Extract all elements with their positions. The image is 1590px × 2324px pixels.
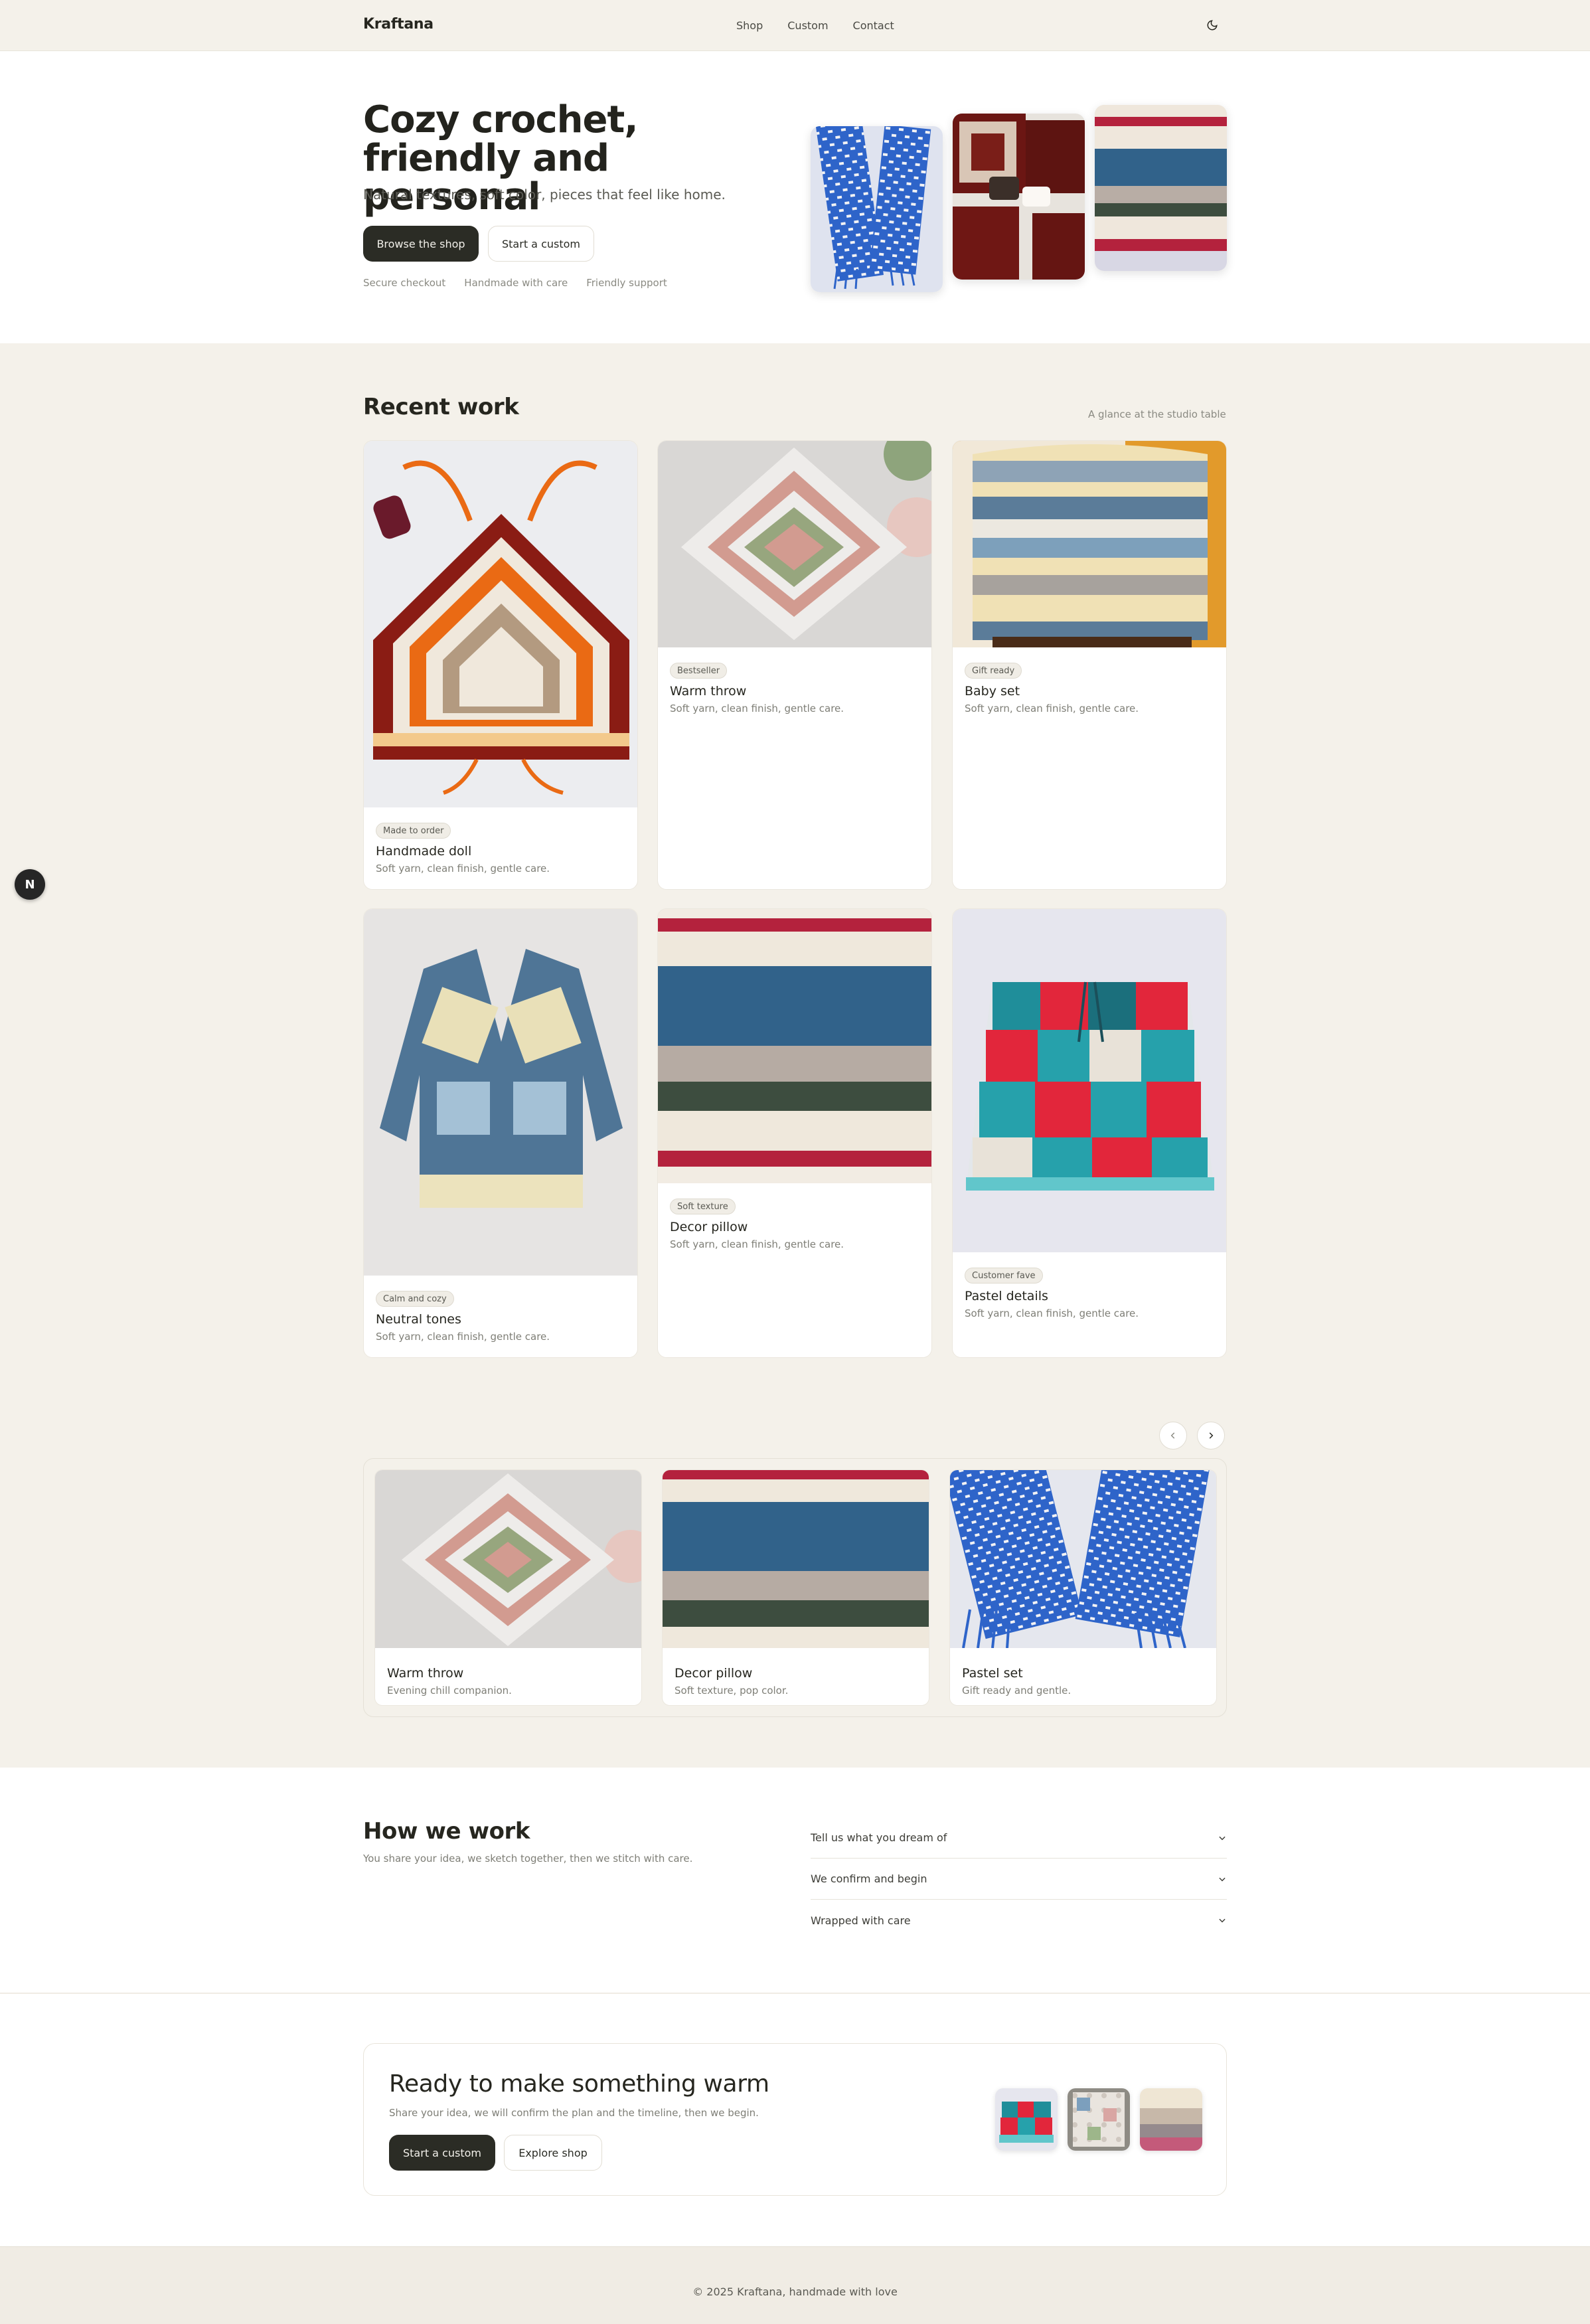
nav-custom[interactable]: Custom: [787, 19, 828, 32]
product-card[interactable]: Bestseller Warm throw Soft yarn, clean f…: [657, 440, 932, 890]
footer-copyright: © 2025 Kraftana, handmade with love: [692, 2285, 898, 2298]
trust-item: Friendly support: [586, 277, 667, 289]
how-we-work-subtitle: You share your idea, we sketch together,…: [363, 1853, 693, 1865]
accordion-item[interactable]: Tell us what you dream of: [811, 1817, 1227, 1859]
site-header: Kraftana Shop Custom Contact: [0, 0, 1590, 51]
featured-carousel: Warm throw Evening chill companion. Deco…: [363, 1458, 1227, 1717]
hero-subtitle: Natural textures, soft color, pieces tha…: [363, 187, 726, 203]
carousel-item-description: Evening chill companion.: [387, 1685, 512, 1697]
start-custom-button[interactable]: Start a custom: [488, 226, 594, 262]
product-description: Soft yarn, clean finish, gentle care.: [376, 1331, 550, 1343]
site-footer: © 2025 Kraftana, handmade with love: [0, 2246, 1590, 2324]
product-badge: Calm and cozy: [376, 1291, 454, 1307]
accordion-label: We confirm and begin: [811, 1872, 927, 1885]
nav-shop[interactable]: Shop: [736, 19, 763, 32]
product-description: Soft yarn, clean finish, gentle care.: [670, 1238, 844, 1250]
hero-image-scarf: [811, 126, 943, 292]
hero-section: Cozy crochet, friendly and personal Natu…: [0, 51, 1590, 343]
accordion-label: Wrapped with care: [811, 1914, 911, 1927]
product-image-cardigan: [364, 909, 637, 1276]
carousel-image-scarf: [950, 1470, 1216, 1648]
product-card[interactable]: Made to order Handmade doll Soft yarn, c…: [363, 440, 638, 890]
cta-title: Ready to make something warm: [389, 2070, 769, 2098]
product-badge: Gift ready: [965, 663, 1022, 679]
product-description: Soft yarn, clean finish, gentle care.: [965, 703, 1139, 714]
cta-start-custom-button[interactable]: Start a custom: [389, 2135, 495, 2171]
cta-card: Ready to make something warm Share your …: [363, 2043, 1227, 2196]
cta-thumb-gradient-skirt: [1140, 2088, 1202, 2151]
moon-icon: [1207, 20, 1218, 31]
carousel-item-title: Pastel set: [962, 1666, 1023, 1681]
product-badge: Soft texture: [670, 1199, 736, 1214]
logo[interactable]: Kraftana: [363, 16, 434, 33]
carousel-item[interactable]: Pastel set Gift ready and gentle.: [949, 1469, 1217, 1706]
recent-work-title: Recent work: [363, 394, 519, 420]
product-title: Handmade doll: [376, 844, 472, 859]
trust-item: Handmade with care: [464, 277, 568, 289]
carousel-image-striped-skirt: [663, 1470, 929, 1648]
hero-image-striped-skirt: [1095, 105, 1227, 271]
chevron-down-icon: [1219, 1877, 1226, 1881]
how-we-work-title: How we work: [363, 1818, 530, 1845]
accordion-item[interactable]: Wrapped with care: [811, 1900, 1227, 1941]
chevron-down-icon: [1219, 1836, 1226, 1840]
theme-toggle-button[interactable]: [1204, 17, 1221, 34]
product-image-striped-skirt: [658, 909, 931, 1183]
product-badge: Made to order: [376, 823, 451, 839]
accordion-label: Tell us what you dream of: [811, 1831, 947, 1844]
cta-subtitle: Share your idea, we will confirm the pla…: [389, 2107, 759, 2119]
carousel-item-title: Warm throw: [387, 1666, 464, 1681]
main-nav: Shop Custom Contact: [736, 19, 894, 32]
product-title: Baby set: [965, 684, 1020, 699]
chevron-right-icon: [1209, 1432, 1214, 1439]
product-title: Decor pillow: [670, 1220, 748, 1234]
product-image-granny-skirt: [953, 909, 1226, 1252]
product-description: Soft yarn, clean finish, gentle care.: [670, 703, 844, 714]
how-we-work-section: How we work You share your idea, we sket…: [0, 1768, 1590, 1993]
product-image-granny-square: [658, 441, 931, 647]
product-description: Soft yarn, clean finish, gentle care.: [965, 1307, 1139, 1319]
product-card[interactable]: Soft texture Decor pillow Soft yarn, cle…: [657, 908, 932, 1358]
carousel-item-description: Gift ready and gentle.: [962, 1685, 1072, 1697]
product-title: Warm throw: [670, 684, 747, 699]
product-title: Pastel details: [965, 1289, 1048, 1303]
trust-list: Secure checkout Handmade with care Frien…: [363, 277, 667, 289]
carousel-item[interactable]: Decor pillow Soft texture, pop color.: [662, 1469, 929, 1706]
trust-item: Secure checkout: [363, 277, 446, 289]
product-badge: Bestseller: [670, 663, 728, 679]
carousel-prev-button[interactable]: [1159, 1422, 1187, 1450]
product-description: Soft yarn, clean finish, gentle care.: [376, 863, 550, 874]
carousel-next-button[interactable]: [1197, 1422, 1225, 1450]
cta-section: Ready to make something warm Share your …: [0, 1994, 1590, 2246]
product-image-halter-top: [364, 441, 637, 807]
product-image-striped-hat: [953, 441, 1226, 647]
cta-explore-shop-button[interactable]: Explore shop: [504, 2135, 602, 2171]
accordion-item[interactable]: We confirm and begin: [811, 1859, 1227, 1900]
carousel-item-description: Soft texture, pop color.: [675, 1685, 789, 1697]
nav-contact[interactable]: Contact: [853, 19, 894, 32]
product-card[interactable]: Customer fave Pastel details Soft yarn, …: [952, 908, 1227, 1358]
product-title: Neutral tones: [376, 1312, 461, 1327]
chevron-left-icon: [1170, 1432, 1175, 1439]
hero-image-granny-squares: [953, 114, 1085, 280]
cta-thumb-granny-bag: [1068, 2088, 1130, 2151]
carousel-item[interactable]: Warm throw Evening chill companion.: [374, 1469, 642, 1706]
dev-tools-button[interactable]: N: [15, 869, 45, 900]
cta-thumb-granny-skirt: [995, 2088, 1058, 2151]
product-card[interactable]: Gift ready Baby set Soft yarn, clean fin…: [952, 440, 1227, 890]
product-badge: Customer fave: [965, 1268, 1043, 1284]
carousel-image-granny-square: [375, 1470, 641, 1648]
chevron-down-icon: [1219, 1918, 1226, 1923]
product-card[interactable]: Calm and cozy Neutral tones Soft yarn, c…: [363, 908, 638, 1358]
browse-shop-button[interactable]: Browse the shop: [363, 226, 479, 262]
carousel-item-title: Decor pillow: [675, 1666, 753, 1681]
recent-work-note: A glance at the studio table: [1088, 408, 1226, 420]
